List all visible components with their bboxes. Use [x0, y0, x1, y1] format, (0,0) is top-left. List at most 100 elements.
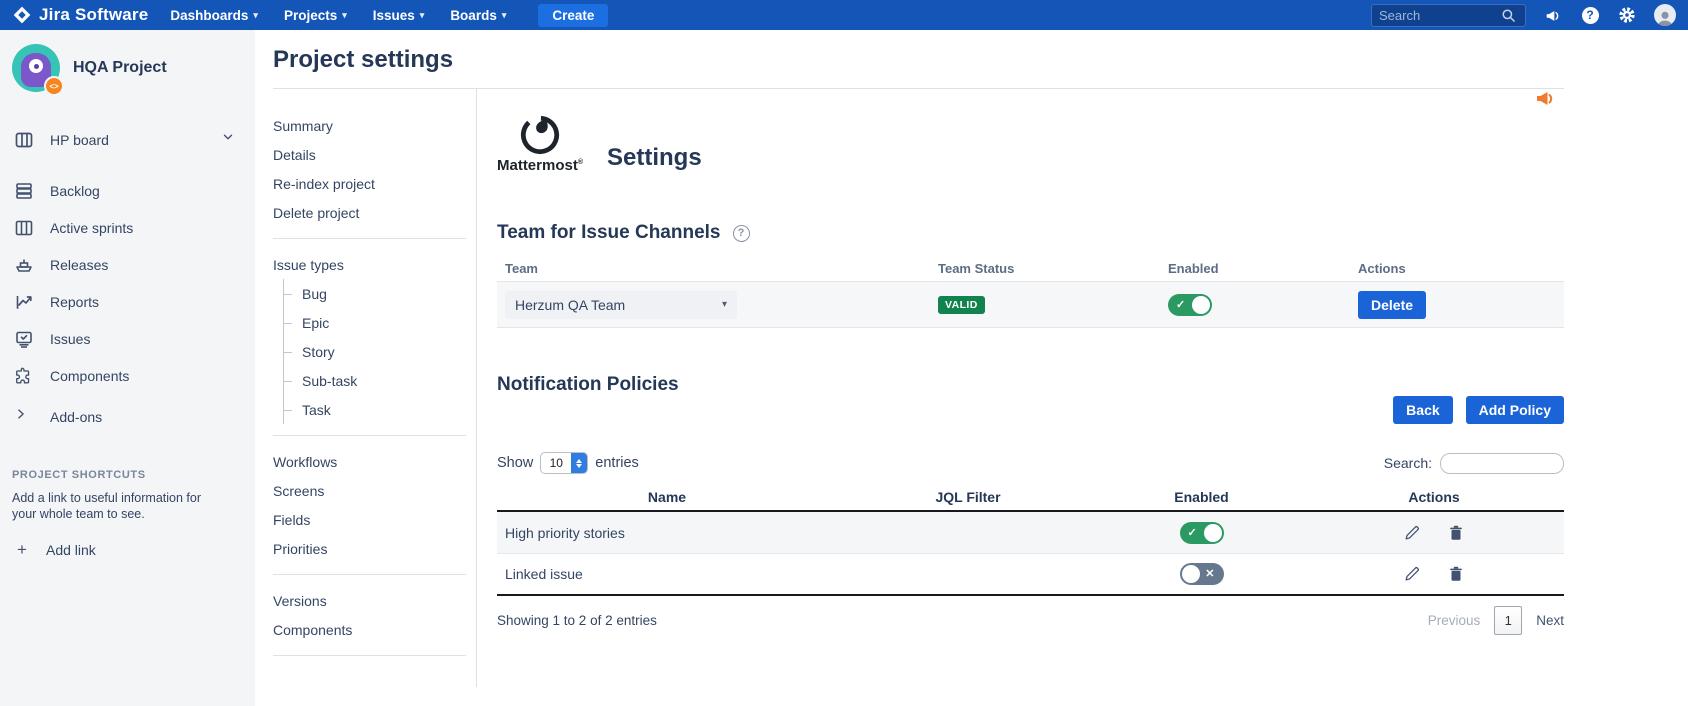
col-actions: Actions	[1350, 261, 1564, 276]
settings-nav-bug[interactable]: Bug	[284, 279, 476, 308]
sidebar-item-label: Reports	[50, 294, 99, 310]
team-table: Team Team Status Enabled Actions Herzum …	[497, 256, 1564, 328]
active-sprints-icon	[14, 218, 34, 238]
settings-nav-story[interactable]: Story	[284, 337, 476, 366]
policy-name: High priority stories	[497, 525, 837, 541]
settings-nav-issue-types[interactable]: Issue types	[273, 250, 476, 279]
software-project-badge-icon: <>	[44, 76, 64, 96]
nav-divider	[273, 574, 466, 575]
settings-nav-workflows[interactable]: Workflows	[273, 447, 476, 476]
sidebar-item-reports[interactable]: Reports	[12, 283, 243, 320]
create-button[interactable]: Create	[538, 4, 608, 27]
nav-divider	[273, 435, 466, 436]
col-enabled[interactable]: Enabled	[1099, 489, 1304, 505]
team-enabled-toggle[interactable]: ✓ ✕	[1168, 294, 1212, 316]
add-link-button[interactable]: + Add link	[12, 540, 243, 560]
policy-row: High priority stories ✓ ✕	[497, 512, 1564, 554]
team-select[interactable]: Herzum QA Team ▾	[505, 291, 737, 319]
search-label: Search:	[1384, 455, 1432, 471]
col-actions[interactable]: Actions	[1304, 489, 1564, 505]
sidebar-item-label: Backlog	[50, 183, 100, 199]
settings-nav-versions[interactable]: Versions	[273, 586, 476, 615]
previous-page-button[interactable]: Previous	[1428, 613, 1481, 628]
team-section-header: Team for Issue Channels ?	[497, 222, 1564, 244]
project-shortcuts: PROJECT SHORTCUTS Add a link to useful i…	[12, 469, 243, 522]
back-button[interactable]: Back	[1393, 396, 1452, 424]
add-policy-button[interactable]: Add Policy	[1466, 396, 1564, 424]
sidebar-item-backlog[interactable]: Backlog	[12, 172, 243, 209]
page-size-value: 10	[541, 456, 571, 470]
trash-icon[interactable]	[1447, 524, 1465, 542]
col-jql-filter[interactable]: JQL Filter	[837, 489, 1099, 505]
menu-dashboards[interactable]: Dashboards ▾	[170, 8, 258, 23]
settings-nav-summary[interactable]: Summary	[273, 111, 476, 140]
policies-table-controls: Show 10 entries Search:	[497, 452, 1564, 474]
jira-brand[interactable]: Jira Software	[12, 5, 148, 25]
sidebar-item-active-sprints[interactable]: Active sprints	[12, 209, 243, 246]
menu-dashboards-label: Dashboards	[170, 8, 248, 23]
sidebar-item-components[interactable]: Components	[12, 357, 243, 394]
menu-projects-label: Projects	[284, 8, 337, 23]
page-number-button[interactable]: 1	[1494, 606, 1522, 635]
settings-nav-priorities[interactable]: Priorities	[273, 534, 476, 563]
policies-table-footer: Showing 1 to 2 of 2 entries Previous 1 N…	[497, 606, 1564, 635]
shortcuts-title: PROJECT SHORTCUTS	[12, 469, 243, 481]
chevron-down-icon: ▾	[420, 10, 425, 21]
navbar-right: ?	[1371, 4, 1676, 27]
x-icon: ✕	[1205, 567, 1214, 580]
help-question-glyph: ?	[1582, 7, 1599, 24]
next-page-button[interactable]: Next	[1536, 613, 1564, 628]
edit-pencil-icon[interactable]	[1403, 565, 1421, 583]
help-icon[interactable]: ?	[1580, 5, 1600, 25]
policy-enabled-toggle[interactable]: ✓ ✕	[1180, 563, 1224, 585]
trash-icon[interactable]	[1447, 565, 1465, 583]
settings-nav-task[interactable]: Task	[284, 395, 476, 424]
gear-icon[interactable]	[1617, 5, 1637, 25]
sidebar-item-board[interactable]: HP board	[12, 122, 243, 158]
settings-nav-components[interactable]: Components	[273, 615, 476, 644]
navbar-search[interactable]	[1371, 4, 1526, 27]
feedback-megaphone-icon[interactable]	[1543, 5, 1563, 25]
policies-search-input[interactable]	[1440, 453, 1564, 474]
project-header[interactable]: <> HQA Project	[12, 44, 243, 92]
settings-nav-subtask[interactable]: Sub-task	[284, 366, 476, 395]
board-icon	[14, 130, 34, 150]
project-avatar: <>	[12, 44, 60, 92]
announcement-icon[interactable]	[1534, 87, 1556, 109]
policy-enabled-toggle[interactable]: ✓ ✕	[1180, 522, 1224, 544]
project-settings-nav: Summary Details Re-index project Delete …	[255, 89, 477, 687]
policy-row: Linked issue ✓ ✕	[497, 554, 1564, 596]
user-avatar[interactable]	[1654, 4, 1676, 26]
col-name[interactable]: Name	[497, 489, 837, 505]
settings-nav-details[interactable]: Details	[273, 140, 476, 169]
page-size-select[interactable]: 10	[540, 452, 588, 474]
backlog-icon	[14, 181, 34, 201]
registered-mark: ®	[578, 159, 583, 166]
search-icon[interactable]	[1498, 5, 1518, 25]
delete-team-button[interactable]: Delete	[1358, 291, 1426, 319]
shortcuts-description: Add a link to useful information for you…	[12, 491, 227, 522]
sidebar-item-label: Components	[50, 368, 129, 384]
edit-pencil-icon[interactable]	[1403, 524, 1421, 542]
menu-boards[interactable]: Boards ▾	[450, 8, 506, 23]
settings-nav-delete-project[interactable]: Delete project	[273, 198, 476, 227]
team-select-value: Herzum QA Team	[515, 297, 625, 313]
sidebar-item-addons[interactable]: Add-ons	[12, 398, 243, 435]
settings-nav-epic[interactable]: Epic	[284, 308, 476, 337]
col-team-status: Team Status	[930, 261, 1160, 276]
toggle-knob	[1182, 565, 1200, 583]
components-icon	[14, 366, 34, 386]
sidebar-item-label: Issues	[50, 331, 90, 347]
navbar-search-input[interactable]	[1379, 8, 1498, 23]
sidebar-item-issues[interactable]: Issues	[12, 320, 243, 357]
settings-nav-screens[interactable]: Screens	[273, 476, 476, 505]
releases-icon	[14, 255, 34, 275]
mattermost-wordmark: Mattermost®	[497, 157, 583, 174]
settings-nav-fields[interactable]: Fields	[273, 505, 476, 534]
menu-issues[interactable]: Issues ▾	[373, 8, 425, 23]
help-icon[interactable]: ?	[733, 225, 750, 242]
menu-projects[interactable]: Projects ▾	[284, 8, 347, 23]
settings-nav-reindex[interactable]: Re-index project	[273, 169, 476, 198]
chevron-down-icon	[221, 130, 241, 150]
sidebar-item-releases[interactable]: Releases	[12, 246, 243, 283]
